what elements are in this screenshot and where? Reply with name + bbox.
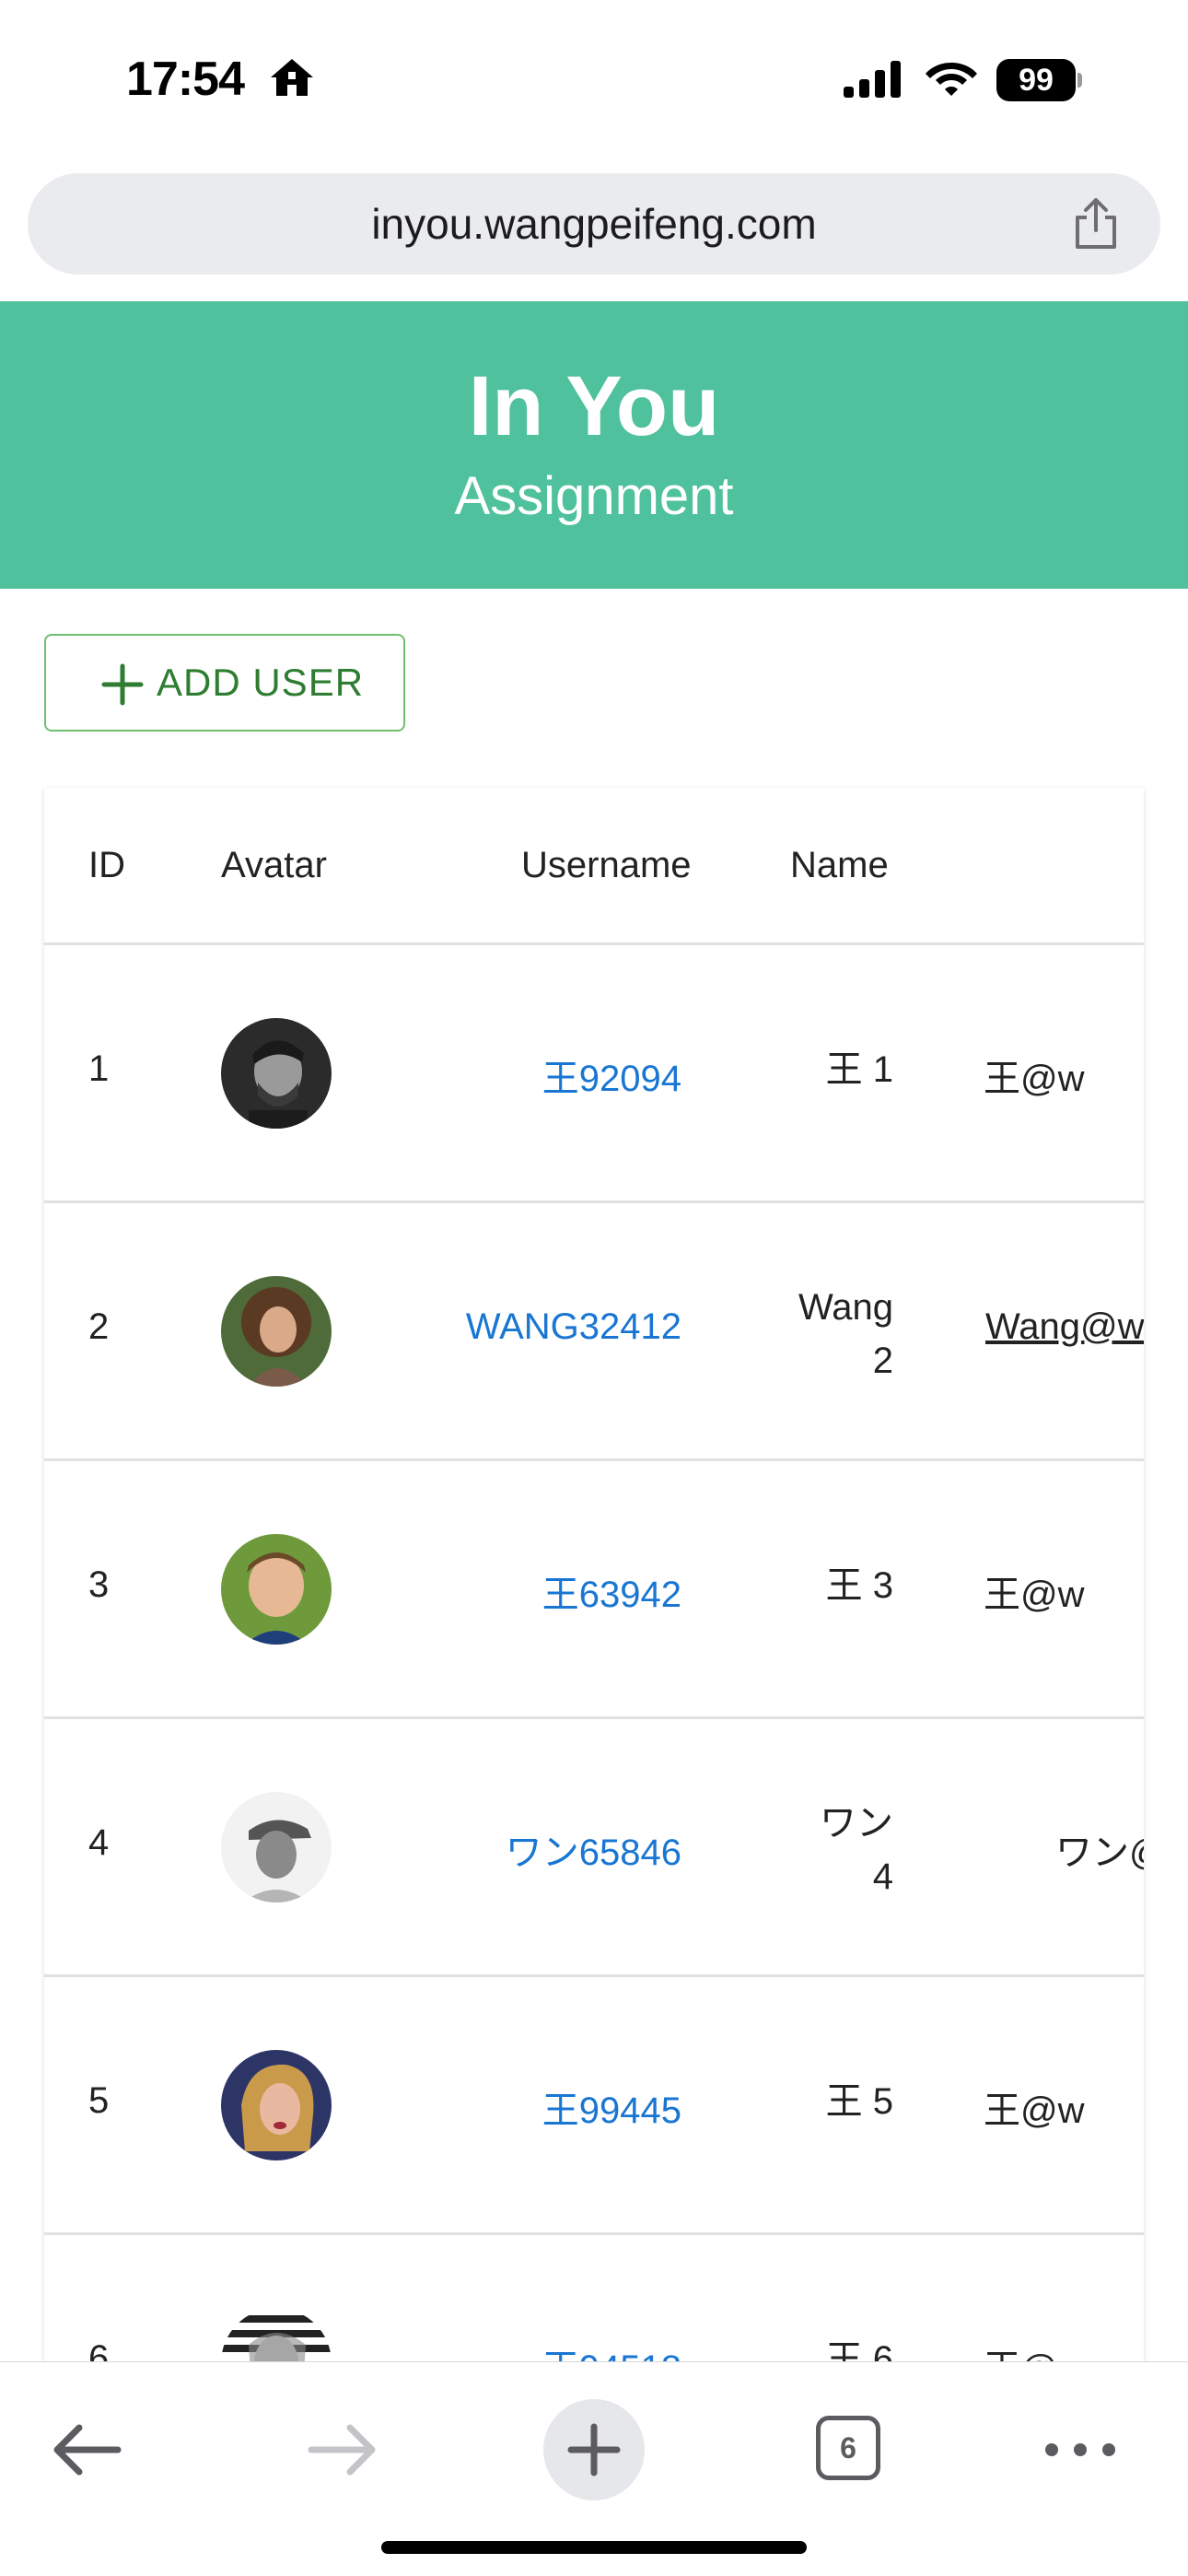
avatar <box>221 1534 332 1645</box>
address-bar[interactable]: inyou.wangpeifeng.com <box>28 173 1160 275</box>
more-button[interactable] <box>1030 2399 1131 2500</box>
plus-icon <box>101 663 144 706</box>
add-user-button[interactable]: ADD USER <box>44 634 405 732</box>
cell-email[interactable]: Wang@w <box>985 1306 1144 1348</box>
table-header: ID Avatar Username Name <box>44 788 1144 945</box>
table-row: 3 王63942 王 3 王@w <box>44 1461 1144 1719</box>
avatar-image <box>221 2050 332 2160</box>
avatar <box>221 1276 332 1387</box>
table-row: 6 王94518 王 6 王@w <box>44 2235 1144 2372</box>
battery-level: 99 <box>996 59 1076 101</box>
cell-email: ワン@w <box>1055 1832 1144 1873</box>
phone-screen: 17:54 99 inyou.wangpeifeng.com In You As… <box>0 0 1188 2576</box>
avatar <box>221 2050 332 2160</box>
avatar-image <box>221 1276 332 1387</box>
table-row: 4 ワン65846 ワン 4 ワン@w <box>44 1719 1144 1977</box>
cell-id: 1 <box>88 1048 110 1089</box>
cell-name: ワン <box>820 1803 893 1844</box>
app-header: In You Assignment <box>0 301 1188 589</box>
cellular-signal-icon <box>844 61 901 98</box>
home-indicator[interactable] <box>381 2541 807 2554</box>
cell-name-line2: 2 <box>872 1341 893 1381</box>
plus-icon <box>567 2423 621 2476</box>
column-header-avatar[interactable]: Avatar <box>221 788 327 943</box>
username-link[interactable]: WANG32412 <box>466 1306 681 1348</box>
cell-id: 4 <box>88 1822 110 1863</box>
home-icon <box>271 59 313 96</box>
forward-button[interactable] <box>291 2399 392 2500</box>
cell-name: 王 5 <box>825 2081 893 2122</box>
username-link[interactable]: 王99445 <box>542 2080 681 2134</box>
table-row: 1 王92094 王 1 王@w <box>44 945 1144 1203</box>
table-row: 5 王99445 王 5 王@w <box>44 1977 1144 2235</box>
avatar-image <box>221 1018 332 1129</box>
more-icon <box>1045 2443 1115 2456</box>
column-header-username[interactable]: Username <box>521 788 692 943</box>
url-text[interactable]: inyou.wangpeifeng.com <box>28 173 1160 275</box>
avatar-image <box>221 1792 332 1903</box>
cell-email: 王@w <box>984 1059 1085 1099</box>
back-button[interactable] <box>37 2399 138 2500</box>
cell-name: 王 1 <box>825 1049 893 1090</box>
wifi-icon <box>926 63 977 96</box>
status-bar: 17:54 99 <box>0 0 1188 157</box>
new-tab-button[interactable] <box>543 2399 645 2500</box>
tabs-icon: 6 <box>816 2416 880 2480</box>
cell-name: 王 3 <box>825 1565 893 1606</box>
tabs-button[interactable]: 6 <box>798 2399 899 2500</box>
status-time: 17:54 <box>126 53 245 106</box>
battery-icon: 99 <box>996 59 1082 101</box>
cell-id: 3 <box>88 1564 110 1605</box>
avatar <box>221 1018 332 1129</box>
forward-arrow-icon <box>308 2424 376 2476</box>
add-user-label: ADD USER <box>157 661 365 704</box>
cell-email: 王@w <box>984 1575 1085 1615</box>
avatar <box>221 1792 332 1903</box>
username-link[interactable]: 王92094 <box>542 1048 681 1102</box>
username-link[interactable]: 王63942 <box>542 1564 681 1618</box>
cell-email: 王@w <box>984 2090 1085 2131</box>
cell-id: 5 <box>88 2080 110 2121</box>
column-header-name[interactable]: Name <box>790 788 889 943</box>
battery-cap <box>1077 73 1082 88</box>
back-arrow-icon <box>53 2424 122 2476</box>
column-header-id[interactable]: ID <box>88 788 125 943</box>
app-subtitle: Assignment <box>454 466 734 526</box>
cell-id: 2 <box>88 1306 110 1347</box>
username-link[interactable]: ワン65846 <box>506 1822 681 1876</box>
users-table: ID Avatar Username Name 1 王92094 王 1 王@w <box>44 788 1144 2372</box>
avatar-image <box>221 1534 332 1645</box>
cell-name: Wang <box>798 1287 893 1328</box>
table-row: 2 WANG32412 Wang 2 Wang@w <box>44 1203 1144 1461</box>
share-icon[interactable] <box>1070 197 1122 251</box>
cell-name-line2: 4 <box>872 1856 893 1897</box>
app-title: In You <box>468 359 720 453</box>
